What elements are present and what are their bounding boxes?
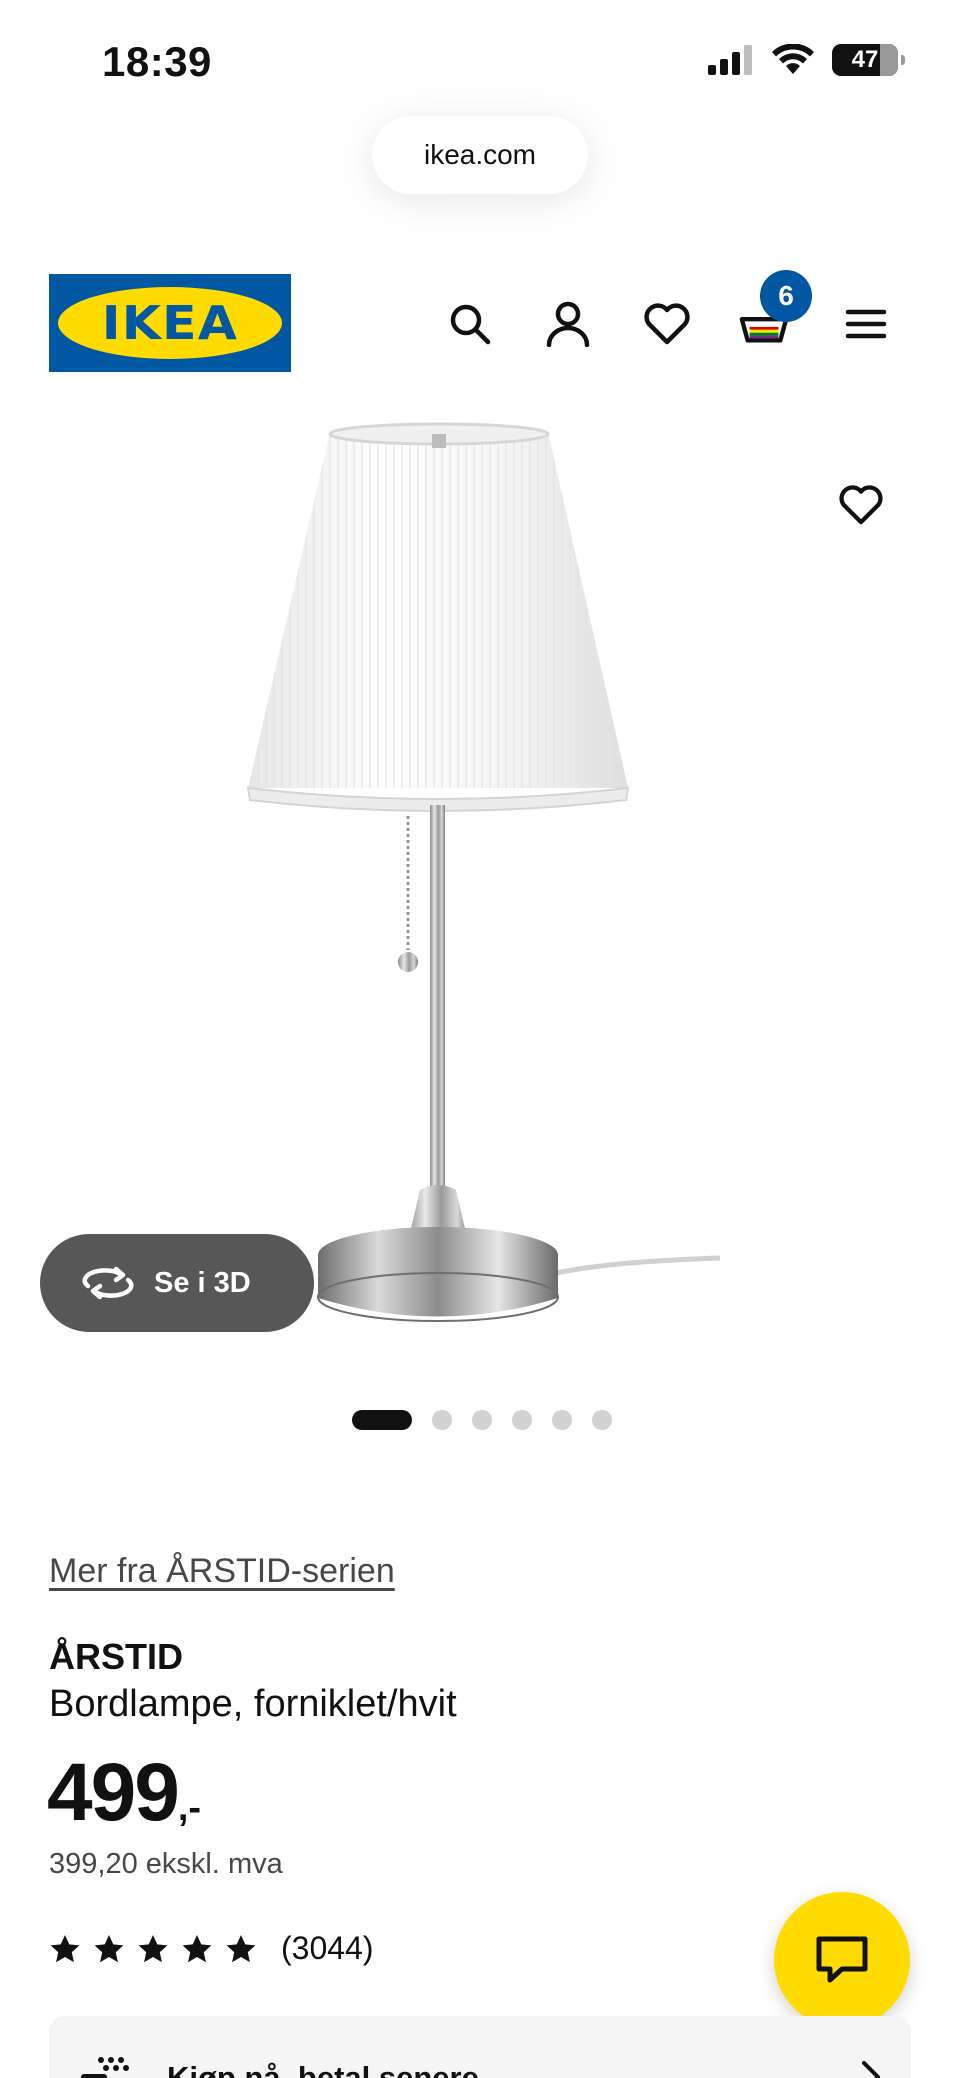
- pagination-dot-5[interactable]: [552, 1410, 572, 1430]
- rating-stars: [49, 1933, 257, 1965]
- price-suffix: ,-: [177, 1787, 202, 1829]
- ikea-logo[interactable]: IKEA: [49, 274, 291, 372]
- pagination-dot-2[interactable]: [432, 1410, 452, 1430]
- cellular-signal-icon: [708, 45, 752, 75]
- product-description: Bordlampe, forniklet/hvit: [49, 1683, 457, 1725]
- account-icon[interactable]: [542, 298, 594, 350]
- product-price: 499 ,-: [47, 1746, 201, 1840]
- pagination-dot-3[interactable]: [472, 1410, 492, 1430]
- status-icons: 47: [708, 44, 905, 76]
- heart-icon: [839, 485, 883, 525]
- rating-count: (3044): [281, 1930, 374, 1966]
- product-rating[interactable]: (3044): [49, 1930, 374, 1967]
- price-value: 499: [47, 1747, 180, 1838]
- add-to-wishlist-button[interactable]: [836, 480, 886, 530]
- product-image[interactable]: [0, 410, 960, 1370]
- star-icon: [226, 1934, 256, 1962]
- star-icon: [50, 1934, 80, 1962]
- url-text: ikea.com: [423, 139, 537, 170]
- pay-later-label: Kjøp nå, betal senere: [167, 2060, 479, 2078]
- wifi-icon: [772, 44, 814, 74]
- chat-icon: [816, 1936, 868, 1983]
- series-link[interactable]: Mer fra ÅRSTID-serien: [49, 1552, 395, 1591]
- url-bar[interactable]: ikea.com: [372, 116, 588, 194]
- site-header: IKEA 6: [0, 270, 960, 376]
- price-excl-vat: 399,20 ekskl. mva: [49, 1848, 283, 1880]
- star-icon: [182, 1934, 212, 1962]
- payment-icon: [81, 2057, 129, 2078]
- pagination-dot-4[interactable]: [512, 1410, 532, 1430]
- search-icon[interactable]: [444, 298, 496, 350]
- wishlist-icon[interactable]: [641, 298, 693, 350]
- chevron-right-icon: [862, 2061, 880, 2078]
- chat-button[interactable]: [774, 1892, 910, 2028]
- logo-oval: IKEA: [58, 287, 282, 359]
- star-icon: [94, 1934, 124, 1962]
- battery-level: 47: [851, 46, 879, 73]
- image-pagination: [352, 1410, 612, 1430]
- status-time: 18:39: [102, 38, 212, 85]
- menu-icon[interactable]: [840, 298, 892, 350]
- view-in-3d-label: Se i 3D: [154, 1266, 251, 1299]
- view-in-3d-button[interactable]: Se i 3D: [40, 1234, 314, 1332]
- battery-icon: 47: [832, 44, 905, 76]
- logo-text: IKEA: [101, 296, 239, 350]
- pay-later-banner[interactable]: Kjøp nå, betal senere: [49, 2016, 911, 2078]
- product-name: ÅRSTID: [49, 1636, 183, 1677]
- status-bar: 18:39 47: [0, 0, 960, 110]
- star-icon: [138, 1934, 168, 1962]
- cart-count-badge: 6: [760, 270, 812, 322]
- pagination-dot-1[interactable]: [352, 1410, 412, 1430]
- rotate-3d-icon: [82, 1266, 134, 1300]
- pagination-dot-6[interactable]: [592, 1410, 612, 1430]
